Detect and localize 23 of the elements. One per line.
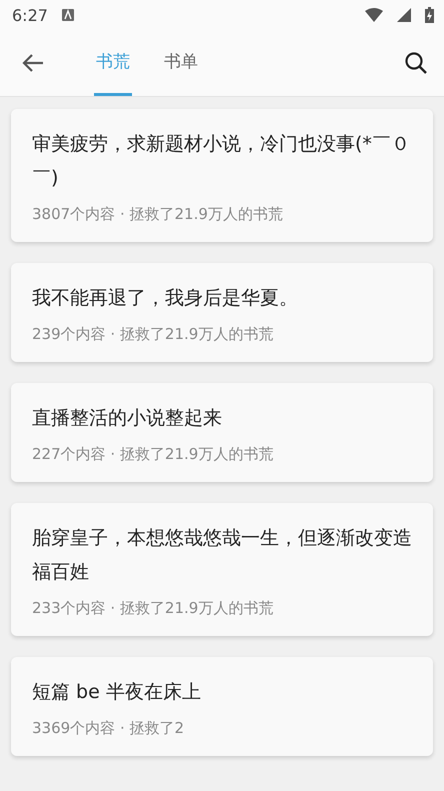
topic-title: 胎穿皇子，本想悠哉悠哉一生，但逐渐改变造福百姓 <box>32 526 413 585</box>
tab[interactable]: 书单 <box>162 30 200 96</box>
topic-title: 审美疲劳，求新题材小说，冷门也没事(*￣０￣) <box>32 132 411 191</box>
notification-icon <box>62 9 74 21</box>
topic-card[interactable]: 直播整活的小说整起来 227个内容 · 拯救了21.9万人的书荒 <box>11 383 433 482</box>
topic-title: 我不能再退了，我身后是华夏。 <box>32 286 299 311</box>
topic-meta: 227个内容 · 拯救了21.9万人的书荒 <box>32 445 274 464</box>
status-time: 6:27 <box>12 6 48 24</box>
topic-title: 直播整活的小说整起来 <box>32 406 223 431</box>
topic-card[interactable]: 胎穿皇子，本想悠哉悠哉一生，但逐渐改变造福百姓 233个内容 · 拯救了21.9万人的书荒 <box>11 503 433 636</box>
topic-meta: 239个内容 · 拯救了21.9万人的书荒 <box>32 325 274 344</box>
topic-title: 短篇 be 半夜在床上 <box>32 680 202 705</box>
topic-card[interactable]: 短篇 be 半夜在床上 3369个内容 · 拯救了2 <box>11 657 433 756</box>
topic-card[interactable]: 审美疲劳，求新题材小说，冷门也没事(*￣０￣) 3807个内容 · 拯救了21.9万人的书荒 <box>11 109 433 242</box>
back-arrow-icon[interactable] <box>22 53 44 73</box>
topic-meta: 3807个内容 · 拯救了21.9万人的书荒 <box>32 205 284 224</box>
topic-card[interactable]: 我不能再退了，我身后是华夏。 239个内容 · 拯救了21.9万人的书荒 <box>11 263 433 362</box>
topic-meta: 3369个内容 · 拯救了2 <box>32 719 186 738</box>
wifi-icon <box>365 8 383 22</box>
battery-icon <box>425 7 434 23</box>
search-icon[interactable] <box>404 51 428 75</box>
topic-meta: 233个内容 · 拯救了21.9万人的书荒 <box>32 599 274 618</box>
signal-icon <box>397 8 411 22</box>
